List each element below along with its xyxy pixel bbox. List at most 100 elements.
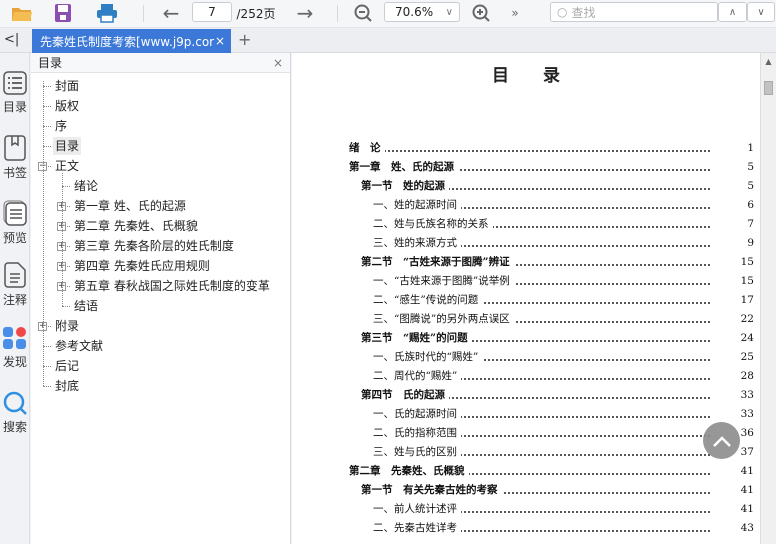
tab-title: 先秦姓氏制度考索[www.j9p.cor xyxy=(40,34,215,49)
toc-entry-title: 一、前人统计述评 xyxy=(373,501,461,517)
tree-line xyxy=(43,81,44,386)
search-input[interactable]: ○ 查找 xyxy=(550,2,718,22)
toc-entry-title: 第一章 姓、氏的起源 xyxy=(349,159,458,175)
previous-page-icon[interactable]: ← xyxy=(158,1,184,25)
toc-entry[interactable]: 二、氏的指称范围 36 xyxy=(292,425,760,441)
rail-bookmarks[interactable]: 书签 xyxy=(0,135,30,181)
toc-entry-title: 第二章 先秦姓、氏概貌 xyxy=(349,463,469,479)
rail-search[interactable]: 搜索 xyxy=(0,391,30,435)
print-icon[interactable] xyxy=(93,2,121,24)
zoom-in-icon[interactable] xyxy=(468,2,494,24)
search-prev-button[interactable]: ∧ xyxy=(718,2,747,22)
toc-entry-page: 33 xyxy=(737,406,754,422)
toc-entry[interactable]: 一、姓的起源时间 6 xyxy=(292,197,760,213)
toc-node[interactable]: 目录 xyxy=(53,137,82,155)
next-page-icon[interactable]: → xyxy=(292,1,318,25)
note-icon xyxy=(4,262,26,288)
rail-label: 注释 xyxy=(2,293,27,307)
rail-annotations[interactable]: 注释 xyxy=(0,262,30,308)
toc-node[interactable]: 封面 xyxy=(55,77,79,95)
close-tab-icon[interactable]: × xyxy=(215,34,225,48)
vertical-scrollbar[interactable]: ▲ xyxy=(760,53,776,544)
toc-entry[interactable]: 三、姓与氏的区别 37 xyxy=(292,444,760,460)
toc-node[interactable]: 第五章 春秋战国之际姓氏制度的变革 xyxy=(74,277,270,295)
pages-icon xyxy=(3,200,27,226)
toc-entry[interactable]: 一、氏族时代的“赐姓” 25 xyxy=(292,349,760,365)
toc-node[interactable]: 绪论 xyxy=(74,177,98,195)
open-folder-icon[interactable] xyxy=(8,2,36,24)
tab-document[interactable]: 先秦姓氏制度考索[www.j9p.cor × xyxy=(32,29,231,53)
toc-entry-title: 第一节 姓的起源 xyxy=(361,178,449,194)
toc-node[interactable]: 第二章 先秦姓、氏概貌 xyxy=(74,217,198,235)
toc-entry[interactable]: 三、“图腾说”的另外两点误区 22 xyxy=(292,311,760,327)
tab-bar: <| 先秦姓氏制度考索[www.j9p.cor × + xyxy=(0,28,776,53)
zoom-select[interactable]: 70.6% ∨ xyxy=(384,2,460,22)
toc-entry-page: 37 xyxy=(737,444,754,460)
toc-entry[interactable]: 第一章 姓、氏的起源 5 xyxy=(292,159,760,175)
side-rail: 目录 书签 预览 注释 发现 搜索 xyxy=(0,53,30,544)
scroll-to-top-button[interactable] xyxy=(703,422,740,459)
toc-entry-title: 二、先秦古姓详考 xyxy=(373,520,461,536)
toc-entry-page: 15 xyxy=(737,254,754,270)
panel-title: 目录 xyxy=(38,56,63,70)
save-icon[interactable] xyxy=(50,2,76,24)
toc-entry[interactable]: 二、“感生”传说的问题 17 xyxy=(292,292,760,308)
toc-entry[interactable]: 三、姓的来源方式 9 xyxy=(292,235,760,251)
rail-label: 发现 xyxy=(2,355,27,369)
toc-entry-page: 41 xyxy=(737,501,754,517)
toc-node[interactable]: 序 xyxy=(55,117,67,135)
page-number-input[interactable]: 7 xyxy=(192,2,232,22)
zoom-out-icon[interactable] xyxy=(350,2,376,24)
toc-node[interactable]: 第三章 先秦各阶层的姓氏制度 xyxy=(74,237,234,255)
toc-entry-title: 第一节 有关先秦古姓的考察 xyxy=(361,482,502,498)
toc-entry[interactable]: 一、“古姓来源于图腾”说举例 15 xyxy=(292,273,760,289)
toc-entry-page: 5 xyxy=(744,159,754,175)
rail-label: 预览 xyxy=(2,231,27,245)
tree-connector xyxy=(43,106,51,107)
toc-entry-title: 二、周代的“赐姓” xyxy=(373,368,462,384)
scroll-up-arrow[interactable]: ▲ xyxy=(761,57,776,66)
toc-entry-page: 33 xyxy=(737,387,754,403)
toc-node[interactable]: 结语 xyxy=(74,297,98,315)
toc-entry[interactable]: 第四节 氏的起源 33 xyxy=(292,387,760,403)
toc-node[interactable]: 第一章 姓、氏的起源 xyxy=(74,197,186,215)
toc-entry-title: 绪 论 xyxy=(349,140,385,156)
toc-entry[interactable]: 一、前人统计述评 41 xyxy=(292,501,760,517)
toc-node[interactable]: 参考文献 xyxy=(55,337,103,355)
toc-entry[interactable]: 一、氏的起源时间 33 xyxy=(292,406,760,422)
collapse-sidebar-button[interactable]: <| xyxy=(4,32,19,47)
toc-node[interactable]: 第四章 先秦姓氏应用规则 xyxy=(74,257,210,275)
toc-node[interactable]: 后记 xyxy=(55,357,79,375)
search-next-button[interactable]: ∨ xyxy=(747,2,775,22)
toc-entry[interactable]: 第一节 有关先秦古姓的考察 41 xyxy=(292,482,760,498)
toc-entry[interactable]: 第二节 “古姓来源于图腾”辨证 15 xyxy=(292,254,760,270)
toc-entry[interactable]: 二、先秦古姓详考 43 xyxy=(292,520,760,536)
toc-entry[interactable]: 二、姓与氏族名称的关系 7 xyxy=(292,216,760,232)
rail-toc[interactable]: 目录 xyxy=(0,71,30,115)
scrollbar-thumb[interactable] xyxy=(764,81,773,95)
toc-entry-page: 41 xyxy=(737,463,754,479)
toc-entry-title: 二、姓与氏族名称的关系 xyxy=(373,216,493,232)
rail-discover[interactable]: 发现 xyxy=(0,326,30,370)
toc-node[interactable]: 版权 xyxy=(55,97,79,115)
toc-entry-title: 第四节 氏的起源 xyxy=(361,387,449,403)
toc-entry-title: 第二节 “古姓来源于图腾”辨证 xyxy=(361,254,514,270)
toc-entry-title: 一、氏族时代的“赐姓” xyxy=(373,349,483,365)
toc-entry[interactable]: 第一节 姓的起源 5 xyxy=(292,178,760,194)
toc-panel: 目录 × 封面 版权序目录 正文 − 绪论 第一章 姓、氏的起源 + 第二章 先秦姓、氏概貌 + 第… xyxy=(31,53,291,544)
toc-entry-page: 41 xyxy=(737,482,754,498)
toc-entry[interactable]: 二、周代的“赐姓” 28 xyxy=(292,368,760,384)
toc-entry[interactable]: 第二章 先秦姓、氏概貌 41 xyxy=(292,463,760,479)
toc-entry[interactable]: 第三节 “赐姓”的问题 24 xyxy=(292,330,760,346)
toc-node[interactable]: 附录 xyxy=(55,317,79,335)
toc-entry-page: 6 xyxy=(744,197,754,213)
more-tools-button[interactable]: » xyxy=(505,2,525,24)
rail-preview[interactable]: 预览 xyxy=(0,200,30,246)
tree-line xyxy=(62,173,63,306)
close-panel-icon[interactable]: × xyxy=(273,56,283,70)
toc-entry-title: 三、姓与氏的区别 xyxy=(373,444,461,460)
toc-node[interactable]: 正文 xyxy=(55,157,79,175)
new-tab-button[interactable]: + xyxy=(238,30,251,49)
toc-node[interactable]: 封底 xyxy=(55,377,79,395)
toc-entry[interactable]: 绪 论 1 xyxy=(292,140,760,156)
